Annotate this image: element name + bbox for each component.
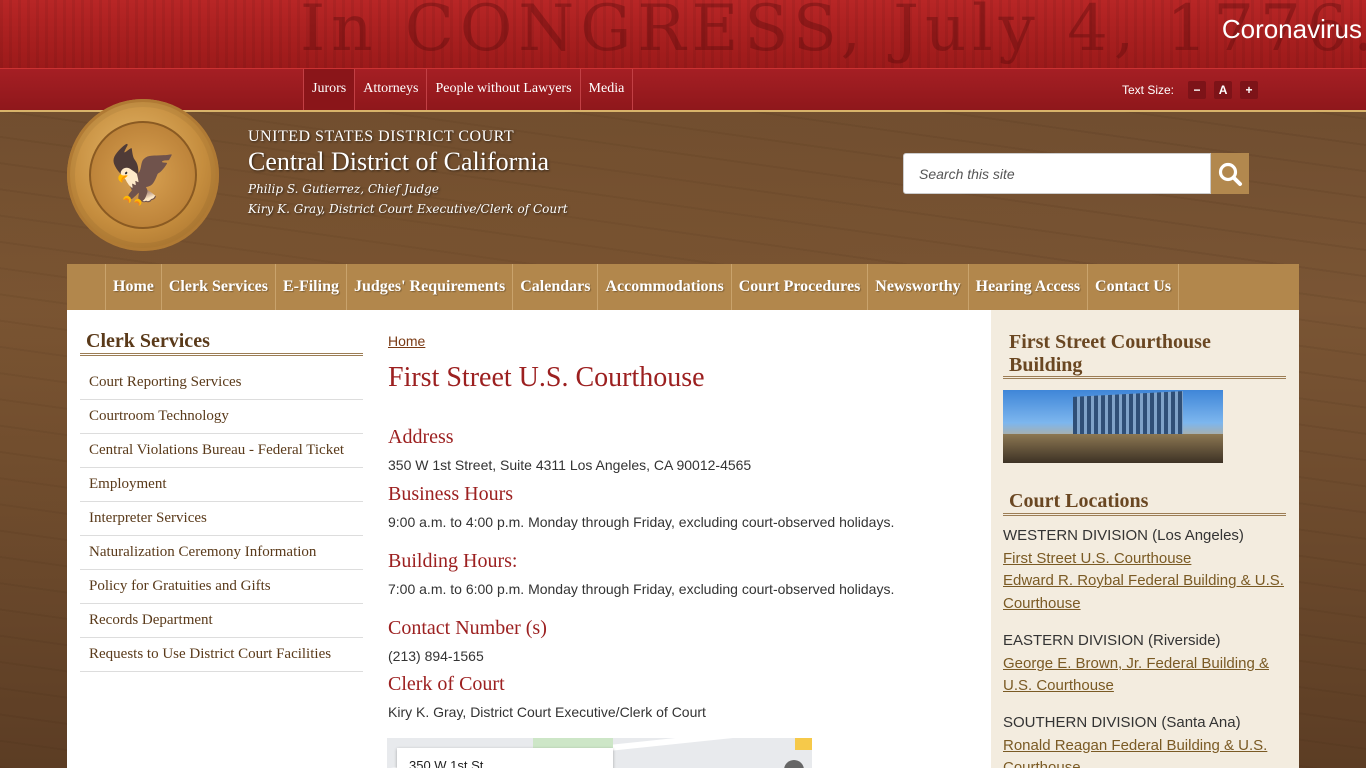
southern-division-label: SOUTHERN DIVISION (Santa Ana): [1003, 714, 1241, 731]
sidebar-item-records[interactable]: Records Department: [80, 604, 363, 638]
business-hours-heading: Business Hours: [388, 483, 514, 505]
sidebar-item-courtroom-technology[interactable]: Courtroom Technology: [80, 400, 363, 434]
eastern-division: EASTERN DIVISION (Riverside) George E. B…: [1003, 630, 1288, 698]
business-hours-text: 9:00 a.m. to 4:00 p.m. Monday through Fr…: [388, 514, 895, 530]
text-size-decrease-button[interactable]: −: [1188, 81, 1207, 99]
building-divider: [1003, 376, 1286, 379]
location-link-roybal[interactable]: Edward R. Roybal Federal Building & U.S.…: [1003, 570, 1288, 615]
eagle-icon: 🦅: [108, 143, 178, 206]
text-size-controls: Text Size: − A +: [1122, 81, 1259, 99]
nav-court-procedures[interactable]: Court Procedures: [730, 264, 868, 310]
sidebar-divider: [80, 353, 363, 356]
nav-home[interactable]: Home: [105, 264, 161, 310]
sidebar-item-gratuities-policy[interactable]: Policy for Gratuities and Gifts: [80, 570, 363, 604]
coronavirus-link[interactable]: Coronavirus: [1222, 14, 1362, 45]
building-hours-text: 7:00 a.m. to 6:00 p.m. Monday through Fr…: [388, 581, 895, 597]
location-link-reagan[interactable]: Ronald Reagan Federal Building & U.S. Co…: [1003, 735, 1288, 768]
western-division: WESTERN DIVISION (Los Angeles) First Str…: [1003, 525, 1288, 615]
district-name[interactable]: Central District of California: [248, 147, 568, 177]
map-address-label: 350 W 1st St: [397, 748, 613, 768]
location-link-brown[interactable]: George E. Brown, Jr. Federal Building & …: [1003, 653, 1288, 698]
nav-newsworthy[interactable]: Newsworthy: [867, 264, 967, 310]
clerk-text: Kiry K. Gray, District Court Executive/C…: [388, 704, 706, 720]
banner-script: In CONGRESS, July 4, 1776.: [300, 0, 1366, 66]
locations-title: Court Locations: [1009, 490, 1149, 512]
search-icon: [1218, 162, 1242, 186]
location-link-first-street[interactable]: First Street U.S. Courthouse: [1003, 548, 1288, 571]
search-button[interactable]: [1211, 153, 1249, 194]
address-heading: Address: [388, 426, 454, 448]
location-map[interactable]: 350 W 1st St: [387, 738, 812, 768]
left-sidebar: Clerk Services Court Reporting Services …: [67, 310, 376, 768]
utility-link-media[interactable]: Media: [579, 69, 634, 110]
page-title: First Street U.S. Courthouse: [388, 362, 705, 393]
photo-foreground: [1003, 434, 1223, 463]
site-search: [903, 153, 1249, 194]
nav-judges-requirements[interactable]: Judges' Requirements: [345, 264, 512, 310]
nav-hearing-access[interactable]: Hearing Access: [967, 264, 1087, 310]
sidebar-item-facility-requests[interactable]: Requests to Use District Court Facilitie…: [80, 638, 363, 672]
nav-e-filing[interactable]: E-Filing: [274, 264, 346, 310]
eastern-division-label: EASTERN DIVISION (Riverside): [1003, 632, 1221, 649]
text-size-label: Text Size:: [1122, 83, 1175, 97]
main-navigation: Home Clerk Services E-Filing Judges' Req…: [67, 264, 1299, 310]
sidebar-title: Clerk Services: [86, 330, 210, 352]
building-hours-heading: Building Hours:: [388, 550, 518, 572]
breadcrumb-home[interactable]: Home: [388, 333, 425, 349]
utility-links: Jurors Attorneys People without Lawyers …: [303, 69, 634, 110]
locations-divider: [1003, 513, 1286, 516]
address-text: 350 W 1st Street, Suite 4311 Los Angeles…: [388, 457, 752, 473]
chief-judge-line: Philip S. Gutierrez, Chief Judge: [248, 182, 439, 196]
sidebar-item-interpreter-services[interactable]: Interpreter Services: [80, 502, 363, 536]
nav-contact-us[interactable]: Contact Us: [1087, 264, 1180, 310]
sidebar-item-court-reporting[interactable]: Court Reporting Services: [80, 366, 363, 400]
nav-calendars[interactable]: Calendars: [512, 264, 597, 310]
southern-division: SOUTHERN DIVISION (Santa Ana) Ronald Rea…: [1003, 712, 1288, 768]
site-identity: UNITED STATES DISTRICT COURT Central Dis…: [248, 128, 568, 216]
nav-clerk-services[interactable]: Clerk Services: [160, 264, 275, 310]
sidebar-menu: Court Reporting Services Courtroom Techn…: [80, 366, 363, 672]
text-size-increase-button[interactable]: +: [1240, 81, 1259, 99]
right-sidebar: First Street Courthouse Building Court L…: [991, 310, 1299, 768]
map-pin-icon[interactable]: [784, 760, 804, 768]
top-banner: In CONGRESS, July 4, 1776. Coronavirus: [0, 0, 1366, 68]
utility-link-attorneys[interactable]: Attorneys: [354, 69, 426, 110]
sidebar-item-employment[interactable]: Employment: [80, 468, 363, 502]
utility-link-people-without-lawyers[interactable]: People without Lawyers: [426, 69, 579, 110]
sidebar-item-naturalization[interactable]: Naturalization Ceremony Information: [80, 536, 363, 570]
court-name-line: UNITED STATES DISTRICT COURT: [248, 128, 515, 145]
building-title: First Street Courthouse Building: [1009, 331, 1211, 376]
court-seal-icon[interactable]: 🦅: [67, 99, 219, 251]
utility-link-jurors[interactable]: Jurors: [303, 69, 355, 110]
search-input[interactable]: [903, 153, 1211, 194]
text-size-reset-button[interactable]: A: [1214, 81, 1233, 99]
utility-bar: Jurors Attorneys People without Lawyers …: [0, 68, 1366, 112]
clerk-line: Kiry K. Gray, District Court Executive/C…: [248, 202, 568, 216]
contact-heading: Contact Number (s): [388, 617, 547, 639]
main-content: Home First Street U.S. Courthouse Addres…: [376, 310, 991, 768]
clerk-heading: Clerk of Court: [388, 673, 505, 695]
map-highway: [795, 738, 812, 750]
western-division-label: WESTERN DIVISION (Los Angeles): [1003, 527, 1244, 544]
contact-number: (213) 894-1565: [388, 648, 484, 664]
sidebar-item-central-violations-bureau[interactable]: Central Violations Bureau - Federal Tick…: [80, 434, 363, 468]
courthouse-photo: [1003, 390, 1223, 463]
nav-accommodations[interactable]: Accommodations: [597, 264, 730, 310]
